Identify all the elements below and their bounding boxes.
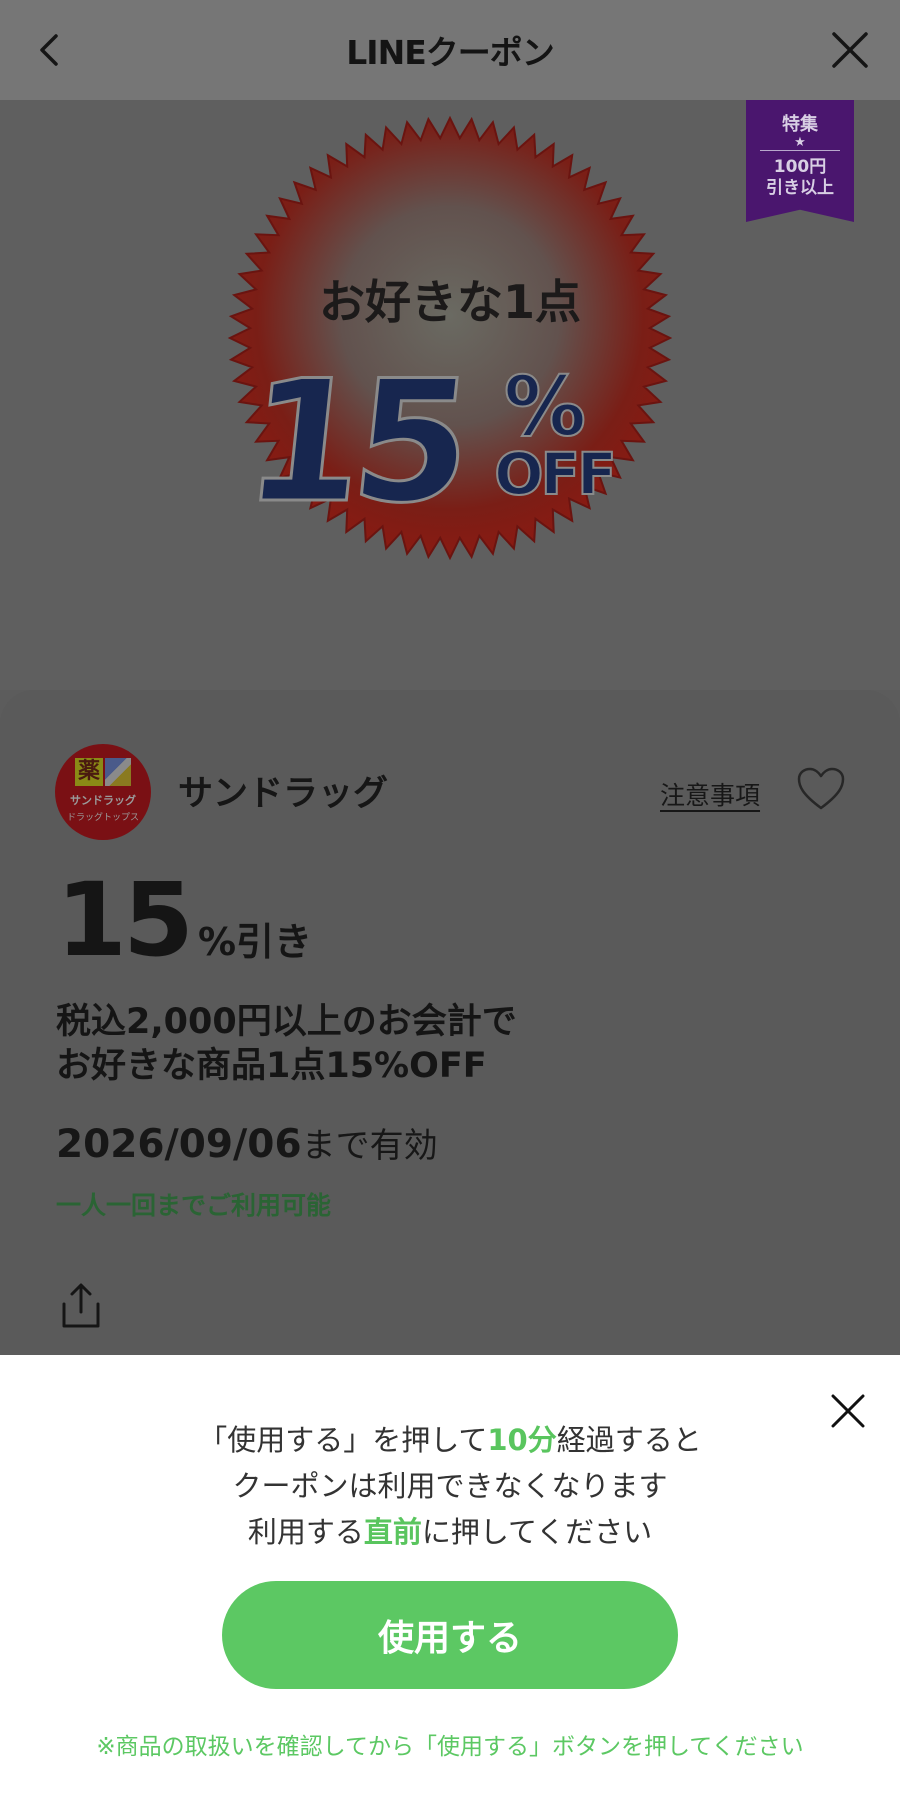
close-button[interactable]	[822, 22, 878, 78]
description-line-1: 税込2,000円以上のお会計で	[56, 1002, 517, 1042]
highlight-text: 10分	[487, 1423, 557, 1457]
store-name: サンドラッグ	[178, 774, 389, 814]
use-coupon-button[interactable]: 使用する	[222, 1581, 678, 1689]
message-line-2: クーポンは利用できなくなります	[232, 1469, 668, 1503]
message-line-3: 利用する直前に押してください	[0, 1509, 900, 1555]
message-text: に押してください	[421, 1515, 653, 1549]
discount-unit: %引き	[197, 920, 313, 964]
logo-text: サンドラッグ	[70, 794, 136, 807]
message-text: 「使用する」を押して	[198, 1423, 488, 1457]
discount-amount: 15 %引き	[56, 870, 312, 972]
expiry-suffix: まで有効	[301, 1126, 438, 1166]
badge-off: OFF	[494, 440, 614, 508]
back-button[interactable]	[22, 22, 78, 78]
logo-stripe	[105, 758, 131, 786]
coupon-description: 税込2,000円以上のお会計で お好きな商品1点15%OFF	[56, 1000, 517, 1088]
heart-icon[interactable]	[796, 766, 846, 812]
badge-top-text: お好きな1点	[319, 275, 581, 329]
chevron-left-icon	[40, 34, 58, 66]
discount-badge: お好きな1点 15 % OFF	[227, 115, 673, 561]
store-logo: 薬 サンドラッグ ドラッグトップス	[55, 744, 151, 840]
expiry-date: 2026/09/06	[56, 1122, 302, 1167]
discount-value: 15	[56, 861, 194, 980]
app-header: LINEクーポン	[0, 0, 900, 100]
coupon-detail-card: 薬 サンドラッグ ドラッグトップス サンドラッグ 注意事項 15 %引き 税込2,…	[0, 690, 900, 1350]
expiry-text: 2026/09/06まで有効	[56, 1118, 438, 1167]
close-icon	[832, 32, 868, 68]
description-line-2: お好きな商品1点15%OFF	[56, 1046, 487, 1086]
notes-link[interactable]: 注意事項	[660, 776, 760, 812]
page-title: LINEクーポン	[346, 33, 554, 72]
message-text: 利用する	[247, 1515, 364, 1549]
share-icon[interactable]	[56, 1282, 106, 1332]
message-text: 経過すると	[556, 1423, 702, 1457]
logo-subtext: ドラッグトップス	[66, 813, 139, 823]
badge-big-number: 15	[237, 344, 471, 539]
message-line-1: 「使用する」を押して10分経過すると	[0, 1417, 900, 1463]
usage-note: ※商品の取扱いを確認してから「使用する」ボタンを押してください	[96, 1734, 804, 1760]
warning-message: 「使用する」を押して10分経過すると クーポンは利用できなくなります 利用する直…	[0, 1417, 900, 1555]
usage-limit: 一人一回までご利用可能	[56, 1191, 332, 1220]
coupon-hero-image: 特集 ★ 100円 引き以上 お好きな1点 15 % OFF	[0, 100, 900, 690]
use-coupon-sheet: 「使用する」を押して10分経過すると クーポンは利用できなくなります 利用する直…	[0, 1355, 900, 1818]
logo-kanji: 薬	[75, 758, 103, 786]
highlight-text: 直前	[363, 1515, 422, 1549]
